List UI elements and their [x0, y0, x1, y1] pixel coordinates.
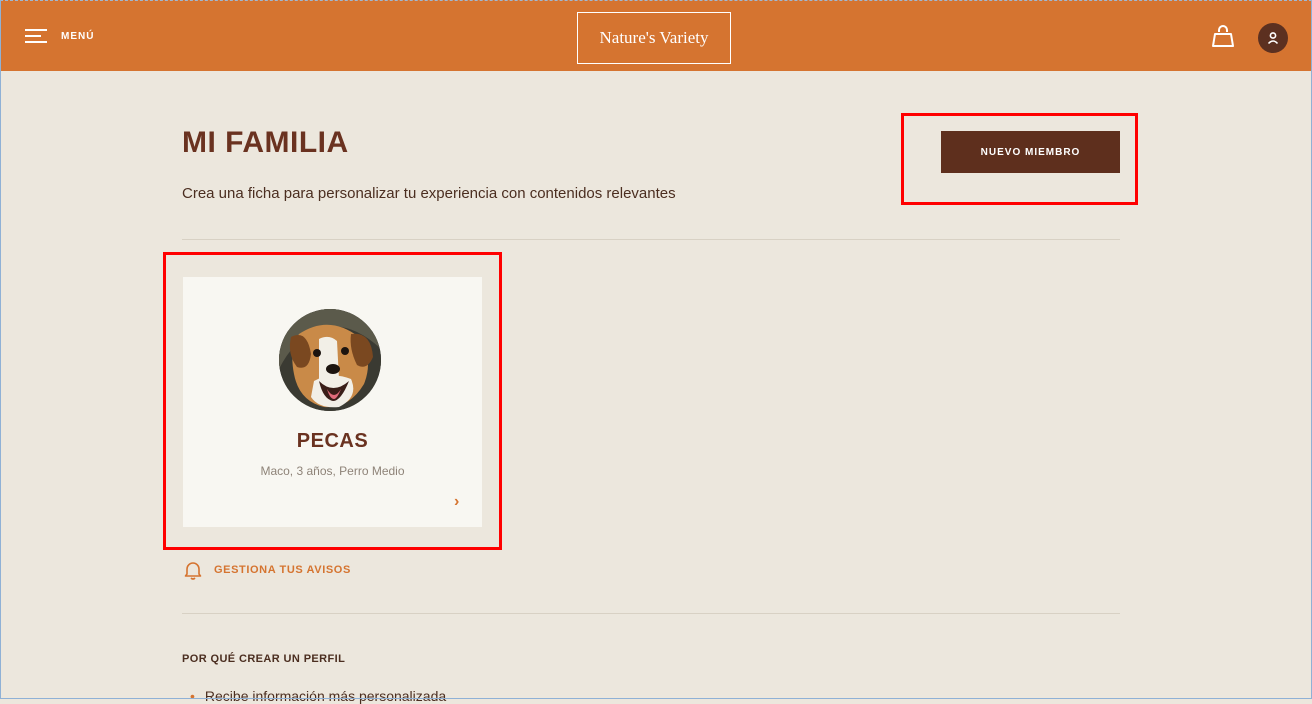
user-icon [1267, 32, 1279, 45]
hamburger-icon [25, 27, 49, 45]
brand-logo[interactable]: Nature's Variety [577, 12, 731, 64]
pet-card[interactable]: PECAS Maco, 3 años, Perro Medio › [183, 277, 482, 527]
pet-avatar [279, 309, 381, 411]
manage-alerts-label: GESTIONA TUS AVISOS [214, 564, 351, 576]
user-account-button[interactable] [1258, 23, 1288, 53]
new-member-button[interactable]: NUEVO MIEMBRO [941, 131, 1120, 173]
manage-alerts-link[interactable]: GESTIONA TUS AVISOS [184, 560, 351, 580]
divider [182, 239, 1120, 240]
why-list-item: • Recibe información más personalizada [190, 688, 446, 704]
page-subtitle: Crea una ficha para personalizar tu expe… [182, 185, 676, 202]
brand-logo-text: Nature's Variety [599, 28, 709, 47]
top-header: MENÚ Nature's Variety [0, 0, 1312, 71]
why-create-profile-heading: POR QUÉ CREAR UN PERFIL [182, 653, 346, 665]
divider [182, 613, 1120, 614]
pet-details: Maco, 3 años, Perro Medio [260, 464, 405, 478]
why-list-item-text: Recibe información más personalizada [204, 688, 447, 704]
page-title: MI FAMILIA [182, 126, 349, 159]
chevron-right-icon[interactable]: › [454, 493, 459, 511]
menu-button[interactable]: MENÚ [25, 24, 94, 48]
dog-photo [279, 309, 381, 411]
menu-label: MENÚ [61, 30, 95, 42]
pet-name: PECAS [296, 430, 369, 452]
bullet-icon: • [190, 688, 195, 704]
bell-icon [184, 562, 202, 580]
shopping-bag-icon[interactable] [1212, 24, 1234, 48]
